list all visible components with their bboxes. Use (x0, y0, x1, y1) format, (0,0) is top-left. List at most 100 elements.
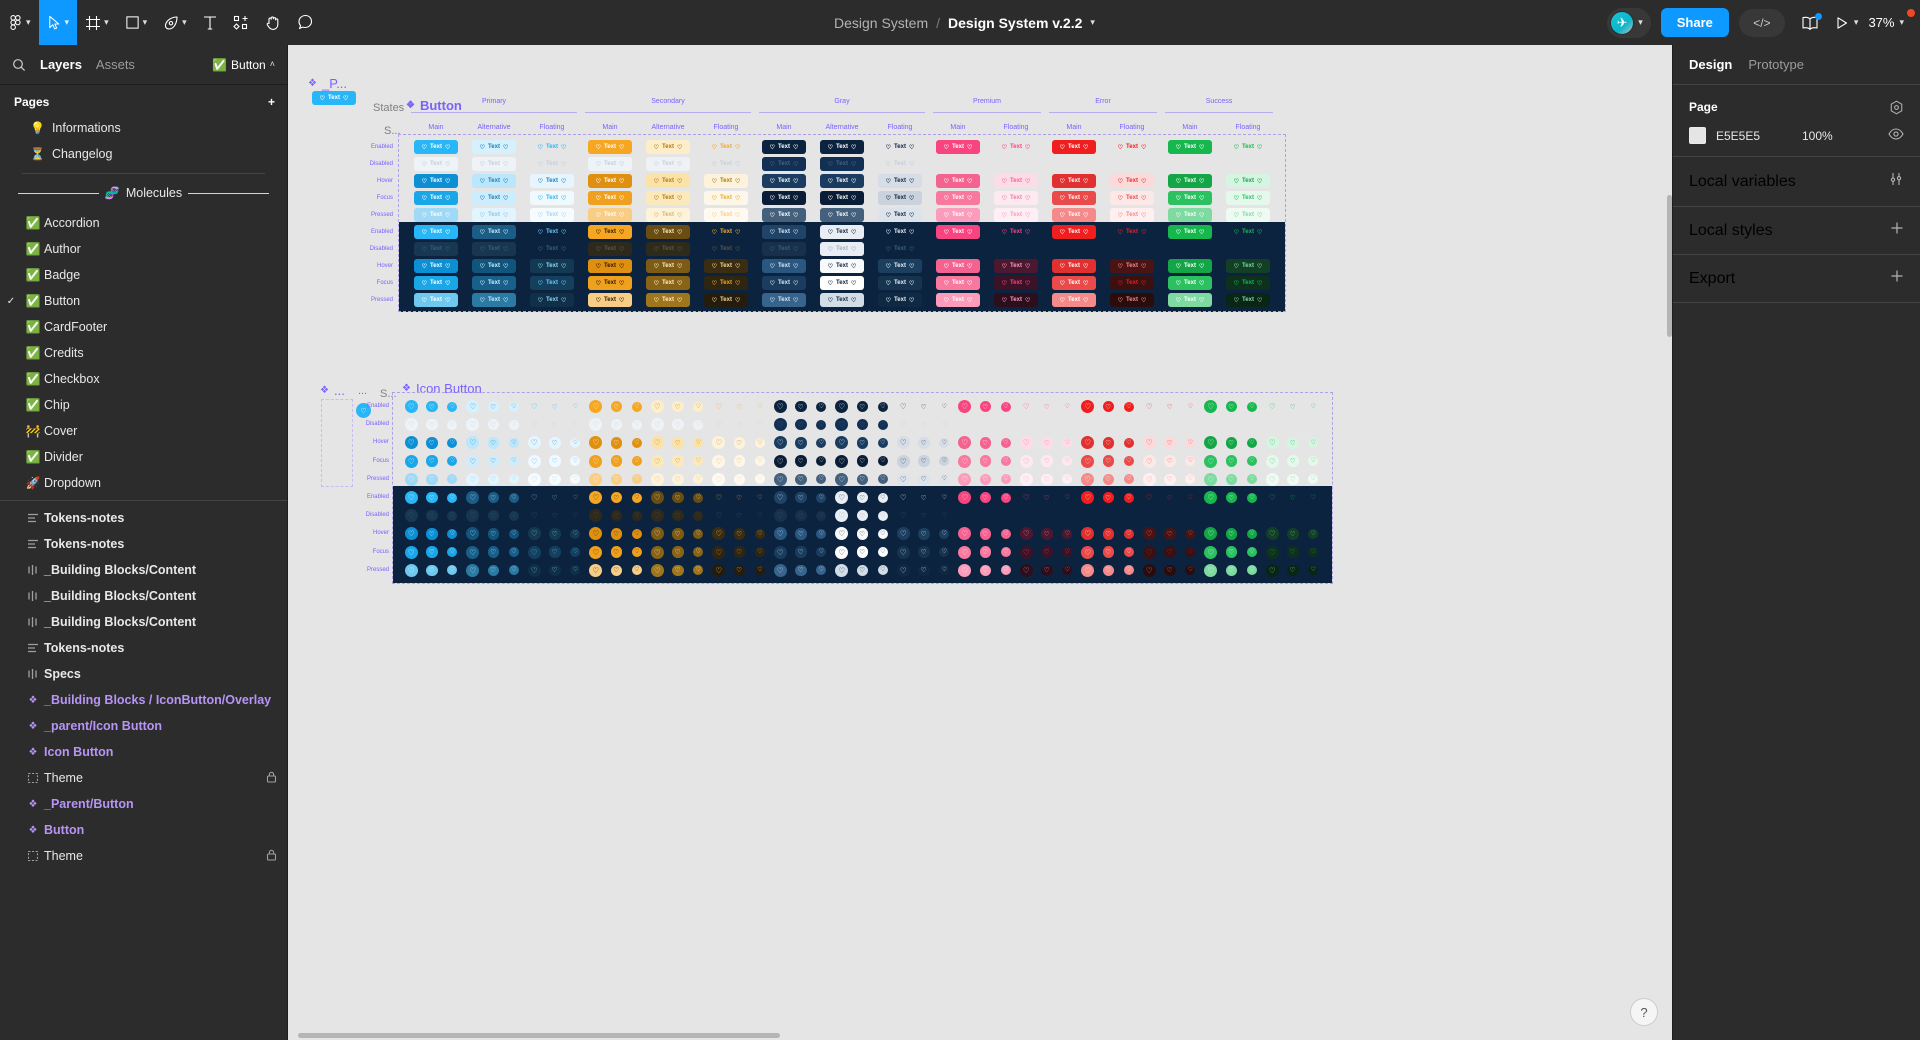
icon-button-variant-cell[interactable]: ♡ (896, 545, 910, 559)
button-variant-cell[interactable]: ♡ Text ♡ (878, 208, 922, 222)
icon-button-variant-cell[interactable]: ♡ (877, 510, 888, 521)
icon-button-variant-cell[interactable]: ♡ (835, 545, 849, 559)
icon-button-variant-cell[interactable]: ♡ (1102, 546, 1114, 558)
icon-button-variant-cell[interactable]: ♡ (1041, 546, 1053, 558)
figma-menu-button[interactable]: ▾ (0, 0, 39, 45)
icon-button-variant-cell[interactable]: ♡ (508, 547, 519, 558)
icon-button-variant-cell[interactable]: ♡ (918, 437, 930, 449)
icon-button-variant-cell[interactable]: ♡ (466, 472, 480, 486)
icon-button-variant-cell[interactable]: ♡ (1000, 474, 1011, 485)
button-variant-cell[interactable]: ♡ Text ♡ (1110, 225, 1154, 239)
button-variant-cell[interactable]: ♡ Text ♡ (994, 225, 1038, 239)
icon-button-variant-cell[interactable]: ♡ (979, 473, 991, 486)
icon-button-variant-cell[interactable]: ♡ (426, 491, 438, 504)
layer-item-button[interactable]: ✓ ✅ Button (0, 288, 287, 314)
layers-list[interactable]: ✅ Accordion ✅ Author ✅ Badge ✓ ✅ Button ✅ CardFoot… (0, 210, 287, 1040)
button-variant-cell[interactable]: ♡ Text ♡ (646, 174, 690, 188)
icon-button-variant-cell[interactable]: ♡ (755, 420, 765, 430)
button-variant-cell[interactable]: ♡ Text ♡ (1052, 293, 1096, 307)
icon-button-variant-cell[interactable]: ♡ (508, 565, 519, 576)
icon-button-variant-cell[interactable]: ♡ (1246, 565, 1257, 576)
icon-button-variant-cell[interactable]: ♡ (773, 418, 787, 432)
icon-button-variant-cell[interactable]: ♡ (610, 546, 622, 558)
button-variant-cell[interactable]: ♡ Text ♡ (646, 140, 690, 154)
icon-button-variant-cell[interactable]: ♡ (1081, 454, 1095, 468)
button-variant-cell[interactable]: ♡ Text ♡ (1168, 276, 1212, 290)
button-variant-cell[interactable]: ♡ Text ♡ (646, 191, 690, 205)
button-variant-cell[interactable]: ♡ Text ♡ (530, 276, 574, 290)
icon-button-variant-cell[interactable]: ♡ (1000, 437, 1011, 448)
add-page-button[interactable]: + (268, 96, 275, 108)
icon-button-variant-cell[interactable]: ♡ (958, 454, 972, 468)
icon-button-variant-cell[interactable]: ♡ (426, 418, 438, 431)
icon-button-variant-cell[interactable]: ♡ (877, 547, 888, 558)
button-variant-cell[interactable]: ♡ Text ♡ (646, 293, 690, 307)
icon-button-variant-cell[interactable]: ♡ (918, 419, 930, 431)
icon-button-variant-cell[interactable]: ♡ (712, 454, 726, 468)
button-variant-cell[interactable]: ♡ Text ♡ (1110, 259, 1154, 273)
icon-button-variant-cell[interactable]: ♡ (631, 456, 642, 467)
plus-icon[interactable] (1890, 221, 1904, 240)
layer-object--building-blocks-content[interactable]: _Building Blocks/Content (0, 583, 287, 609)
icon-button-variant-cell[interactable]: ♡ (773, 400, 787, 413)
button-variant-cell[interactable]: ♡ Text ♡ (936, 259, 980, 273)
icon-button-variant-cell[interactable]: ♡ (877, 474, 888, 485)
breadcrumb-file[interactable]: Design System v.2.2 (948, 15, 1082, 31)
canvas-vertical-scrollbar[interactable] (1667, 195, 1672, 337)
icon-button-variant-cell[interactable]: ♡ (404, 491, 418, 504)
icon-button-variant-cell[interactable]: ♡ (426, 509, 438, 522)
icon-button-variant-cell[interactable]: ♡ (693, 419, 704, 430)
icon-button-variant-cell[interactable]: ♡ (631, 419, 642, 430)
icon-button-variant-cell[interactable]: ♡ (631, 492, 642, 503)
button-variant-cell[interactable]: ♡ Text ♡ (1110, 174, 1154, 188)
button-variant-cell[interactable]: ♡ Text ♡ (1110, 191, 1154, 205)
icon-button-variant-cell[interactable]: ♡ (773, 454, 787, 468)
icon-button-variant-cell[interactable]: ♡ (549, 419, 561, 431)
icon-button-variant-cell[interactable]: ♡ (1020, 400, 1033, 413)
icon-button-variant-cell[interactable]: ♡ (1164, 528, 1176, 540)
icon-button-variant-cell[interactable]: ♡ (1266, 400, 1279, 413)
icon-button-variant-cell[interactable]: ♡ (1246, 437, 1257, 448)
icon-button-variant-cell[interactable]: ♡ (508, 419, 519, 430)
button-variant-cell[interactable]: ♡ Text ♡ (878, 174, 922, 188)
icon-button-variant-cell[interactable]: ♡ (426, 455, 438, 467)
icon-button-variant-cell[interactable]: ♡ (795, 455, 807, 467)
icon-button-variant-cell[interactable]: ♡ (897, 491, 910, 504)
button-variant-cell[interactable]: ♡ Text ♡ (588, 293, 632, 307)
button-variant-cell[interactable]: ♡ Text ♡ (1168, 293, 1212, 307)
button-variant-cell[interactable]: ♡ Text ♡ (704, 242, 748, 256)
button-variant-cell[interactable]: ♡ Text ♡ (994, 174, 1038, 188)
button-variant-cell[interactable]: ♡ Text ♡ (472, 174, 516, 188)
button-variant-cell[interactable]: ♡ Text ♡ (414, 208, 458, 222)
icon-button-variant-cell[interactable]: ♡ (918, 455, 930, 467)
icon-button-variant-cell[interactable]: ♡ (404, 545, 418, 559)
button-variant-cell[interactable]: ♡ Text ♡ (704, 208, 748, 222)
icon-button-variant-cell[interactable]: ♡ (1123, 492, 1134, 503)
icon-button-variant-cell[interactable]: ♡ (754, 437, 765, 448)
icon-button-variant-cell[interactable]: ♡ (1019, 563, 1033, 577)
button-variant-cell[interactable]: ♡ Text ♡ (704, 293, 748, 307)
icon-button-variant-cell[interactable]: ♡ (672, 564, 684, 577)
breadcrumb-project[interactable]: Design System (834, 15, 928, 31)
icon-button-variant-cell[interactable]: ♡ (693, 492, 704, 503)
layer-item-cover[interactable]: 🚧 Cover (0, 418, 287, 444)
icon-button-variant-cell[interactable]: ♡ (1102, 564, 1114, 577)
icon-button-variant-cell[interactable]: ♡ (549, 510, 561, 522)
icon-button-variant-cell[interactable]: ♡ (426, 564, 438, 577)
button-variant-cell[interactable]: ♡ Text ♡ (1052, 259, 1096, 273)
icon-button-variant-cell[interactable]: ♡ (1287, 437, 1299, 449)
button-variant-cell[interactable]: ♡ Text ♡ (530, 259, 574, 273)
button-variant-cell[interactable]: ♡ Text ♡ (762, 259, 806, 273)
icon-button-variant-cell[interactable]: ♡ (650, 491, 664, 504)
button-variant-cell[interactable]: ♡ Text ♡ (1226, 140, 1270, 154)
layer-object--parent-button[interactable]: ❖ _Parent/Button (0, 791, 287, 817)
icon-button-variant-cell[interactable]: ♡ (795, 509, 807, 522)
button-variant-cell[interactable]: ♡ Text ♡ (762, 191, 806, 205)
icon-button-variant-cell[interactable]: ♡ (1246, 547, 1257, 558)
icon-button-variant-cell[interactable]: ♡ (835, 454, 849, 468)
icon-button-variant-cell[interactable]: ♡ (835, 472, 849, 486)
icon-button-variant-cell[interactable]: ♡ (979, 437, 991, 449)
button-variant-cell[interactable]: ♡ Text ♡ (530, 208, 574, 222)
icon-button-variant-cell[interactable]: ♡ (1041, 401, 1053, 413)
icon-button-variant-cell[interactable]: ♡ (426, 437, 438, 449)
